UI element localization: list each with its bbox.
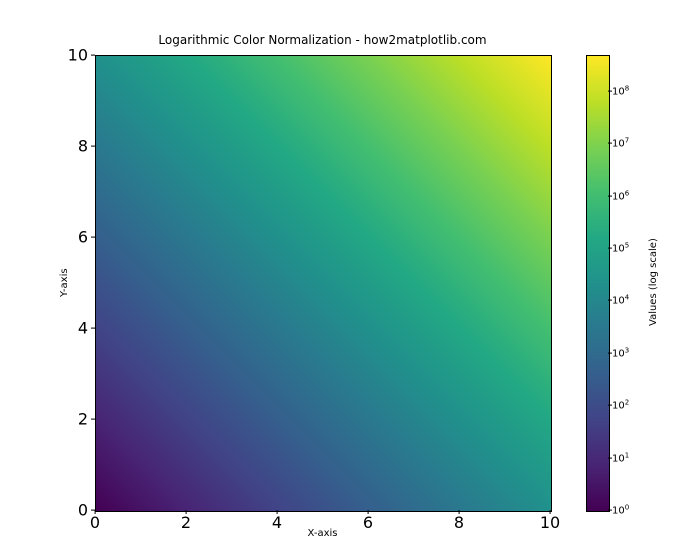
colorbar-axes xyxy=(586,55,610,512)
x-tick-label: 6 xyxy=(363,513,373,532)
colorbar-tick-label: 105 xyxy=(612,241,629,254)
colorbar-tick-label: 104 xyxy=(612,294,629,307)
colorbar-tick-label: 102 xyxy=(612,399,629,412)
colorbar-tick-label: 100 xyxy=(612,503,629,516)
colorbar-tick-label: 103 xyxy=(612,346,629,359)
x-tick-label: 4 xyxy=(272,513,282,532)
colorbar-tick-label: 107 xyxy=(612,137,629,150)
x-tick-label: 10 xyxy=(540,513,560,532)
y-tick-label: 8 xyxy=(78,137,88,156)
x-tick-label: 2 xyxy=(181,513,191,532)
heatmap-surface xyxy=(96,56,551,511)
main-axes xyxy=(95,55,552,512)
y-tick-label: 6 xyxy=(78,228,88,247)
y-tick-label: 2 xyxy=(78,410,88,429)
colorbar-tick-label: 108 xyxy=(612,84,629,97)
colorbar-tick-label: 106 xyxy=(612,189,629,202)
y-tick-label: 0 xyxy=(78,501,88,520)
y-axis-label: Y-axis xyxy=(59,55,73,510)
figure: Logarithmic Color Normalization - how2ma… xyxy=(0,0,700,560)
chart-title: Logarithmic Color Normalization - how2ma… xyxy=(95,33,550,47)
y-tick-label: 10 xyxy=(68,46,88,65)
colorbar-surface xyxy=(587,56,609,511)
x-tick-label: 0 xyxy=(90,513,100,532)
x-tick-label: 8 xyxy=(454,513,464,532)
y-tick-label: 4 xyxy=(78,319,88,338)
colorbar-tick-label: 101 xyxy=(612,451,629,464)
x-axis-label: X-axis xyxy=(95,528,550,539)
colorbar-label: Values (log scale) xyxy=(648,55,662,510)
